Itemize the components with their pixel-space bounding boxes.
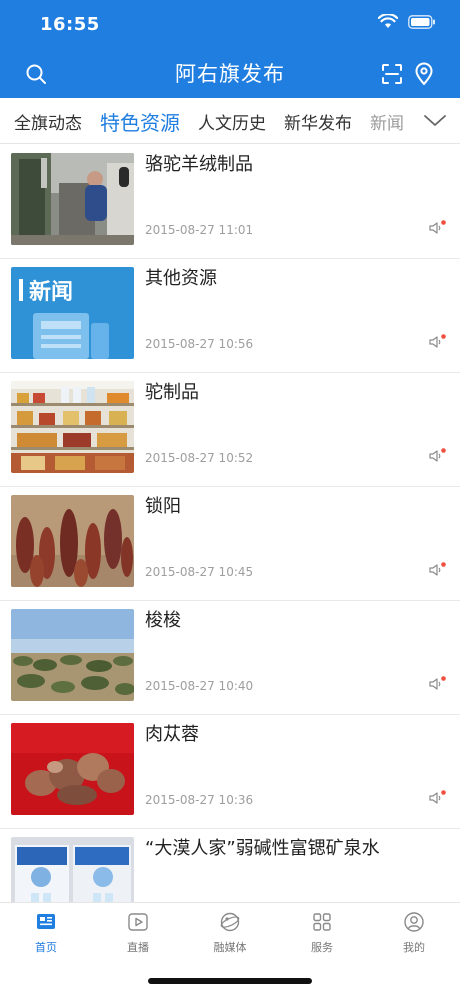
article-thumbnail xyxy=(11,609,134,701)
list-item[interactable]: 骆驼羊绒制品 2015-08-27 11:01 xyxy=(0,145,460,259)
tabbar-label: 直播 xyxy=(127,941,149,954)
tabbar-item-service[interactable]: 服务 xyxy=(276,911,368,955)
speaker-icon[interactable] xyxy=(428,333,446,351)
tab-tese-ziyuan[interactable]: 特色资源 xyxy=(100,107,180,136)
article-thumbnail xyxy=(11,153,134,245)
article-title: 梭梭 xyxy=(145,610,181,631)
speaker-icon[interactable] xyxy=(428,447,446,465)
app-header: 16:55 阿右旗发布 xyxy=(0,0,460,98)
speaker-icon[interactable] xyxy=(428,561,446,579)
article-title: “大漠人家”弱碱性富锶矿泉水 xyxy=(145,838,380,859)
tabbar-label: 服务 xyxy=(311,941,333,954)
tab-strip: 全旗动态 特色资源 人文历史 新华发布 新闻 xyxy=(14,98,408,144)
location-pin-icon[interactable] xyxy=(412,62,436,86)
article-date: 2015-08-27 10:52 xyxy=(145,451,254,465)
article-thumbnail xyxy=(11,495,134,587)
article-title: 锁阳 xyxy=(145,496,181,517)
chevron-down-icon[interactable] xyxy=(422,110,448,130)
list-item[interactable]: “大漠人家”弱碱性富锶矿泉水 xyxy=(0,829,460,902)
status-icons xyxy=(378,14,436,29)
battery-icon xyxy=(408,14,435,29)
tabbar-item-mine[interactable]: 我的 xyxy=(368,911,460,955)
category-tabs: 全旗动态 特色资源 人文历史 新华发布 新闻 xyxy=(0,98,460,144)
tabbar-label: 我的 xyxy=(403,941,425,954)
article-title: 其他资源 xyxy=(145,268,217,289)
article-date: 2015-08-27 10:45 xyxy=(145,565,254,579)
speaker-icon[interactable] xyxy=(428,219,446,237)
article-date: 2015-08-27 11:01 xyxy=(145,223,254,237)
tabbar-label: 融媒体 xyxy=(213,941,247,954)
speaker-icon[interactable] xyxy=(428,789,446,807)
tab-renwen-lishi[interactable]: 人文历史 xyxy=(198,109,266,134)
article-date: 2015-08-27 10:56 xyxy=(145,337,254,351)
list-item[interactable]: 梭梭 2015-08-27 10:40 xyxy=(0,601,460,715)
list-item[interactable]: 新闻 其他资源 2015-08-27 10:56 xyxy=(0,259,460,373)
speaker-icon[interactable] xyxy=(428,675,446,693)
grid-icon xyxy=(313,913,331,931)
list-item[interactable]: 肉苁蓉 2015-08-27 10:36 xyxy=(0,715,460,829)
article-thumbnail: 新闻 xyxy=(11,267,134,359)
status-time: 16:55 xyxy=(40,14,100,35)
news-badge-text: 新闻 xyxy=(29,279,73,305)
article-title: 驼制品 xyxy=(145,382,199,403)
home-indicator[interactable] xyxy=(148,978,312,984)
list-item[interactable]: 锁阳 2015-08-27 10:45 xyxy=(0,487,460,601)
article-date: 2015-08-27 10:36 xyxy=(145,793,254,807)
list-item[interactable]: 驼制品 2015-08-27 10:52 xyxy=(0,373,460,487)
wifi-icon xyxy=(378,14,398,28)
play-icon xyxy=(128,913,148,931)
article-date: 2015-08-27 10:40 xyxy=(145,679,254,693)
tab-xinwen[interactable]: 新闻 xyxy=(370,109,404,134)
scan-icon[interactable] xyxy=(380,62,404,86)
article-thumbnail xyxy=(11,723,134,815)
article-thumbnail xyxy=(11,837,134,902)
tabbar-item-media[interactable]: 融媒体 xyxy=(184,911,276,955)
tabbar-label: 首页 xyxy=(35,941,57,954)
article-thumbnail xyxy=(11,381,134,473)
user-icon xyxy=(404,912,424,932)
tab-xinhua-fabu[interactable]: 新华发布 xyxy=(284,109,352,134)
article-title: 骆驼羊绒制品 xyxy=(145,154,253,175)
home-news-icon xyxy=(37,914,55,929)
article-list: 骆驼羊绒制品 2015-08-27 11:01 新闻 其他资源 2015-08-… xyxy=(0,145,460,902)
globe-icon xyxy=(220,912,240,932)
tabbar-item-home[interactable]: 首页 xyxy=(0,911,92,955)
tab-quanqi-dongtai[interactable]: 全旗动态 xyxy=(14,109,82,134)
article-title: 肉苁蓉 xyxy=(145,724,199,745)
tabbar-item-live[interactable]: 直播 xyxy=(92,911,184,955)
